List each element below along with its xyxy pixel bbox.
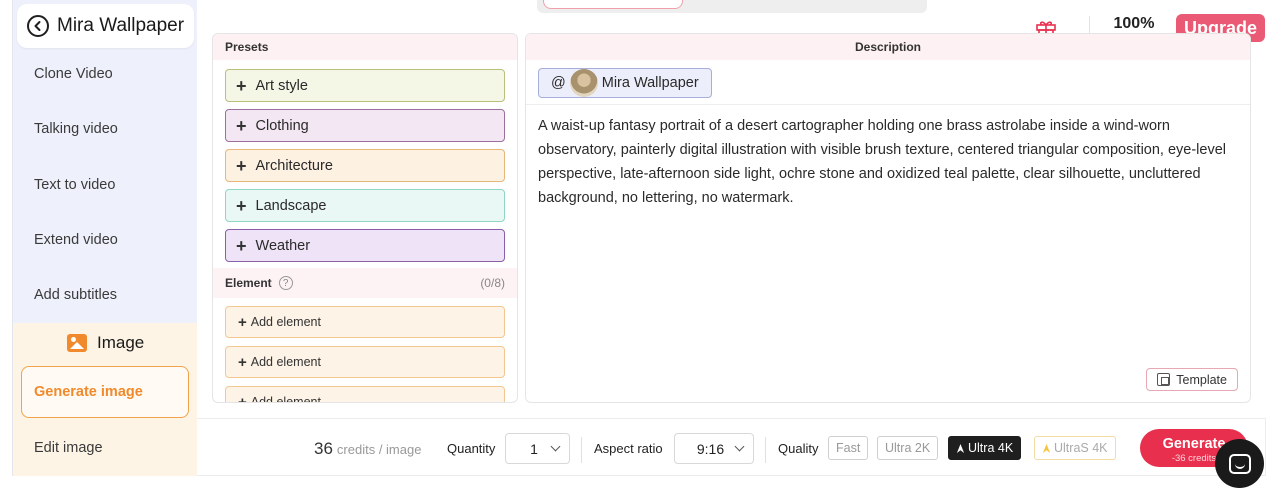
plus-icon: + xyxy=(238,313,247,331)
quantity-value: 1 xyxy=(530,440,538,457)
quality-ultra-4k-label: Ultra 4K xyxy=(968,441,1014,455)
bolt-icon xyxy=(1042,443,1051,453)
sidebar-item-generate-image[interactable]: Generate image xyxy=(21,366,189,418)
app-root: Mira Wallpaper Clone Video Talking video… xyxy=(0,0,1279,503)
mode-tab-strip xyxy=(537,0,927,13)
element-count: (0/8) xyxy=(480,276,505,290)
element-title: Element xyxy=(225,276,272,290)
description-textarea[interactable]: A waist-up fantasy portrait of a desert … xyxy=(538,114,1238,210)
avatar xyxy=(569,69,598,97)
sidebar-item-extend-video[interactable]: Extend video xyxy=(34,232,118,248)
quality-ultra-4k[interactable]: Ultra 4K xyxy=(948,436,1022,460)
mention-at-symbol: @ xyxy=(551,75,566,91)
quality-fast[interactable]: Fast xyxy=(828,436,869,460)
sidebar-item-edit-image[interactable]: Edit image xyxy=(34,440,103,456)
add-element-button[interactable]: + Add element xyxy=(225,386,505,403)
chevron-down-icon xyxy=(550,441,561,452)
credits-value: 36 xyxy=(314,439,333,458)
template-label: Template xyxy=(1176,372,1227,387)
sidebar-item-text-to-video[interactable]: Text to video xyxy=(34,177,115,193)
add-element-label: Add element xyxy=(250,395,321,403)
app-title: Mira Wallpaper xyxy=(57,15,185,36)
quantity-label: Quantity xyxy=(447,441,496,456)
back-arrow-icon[interactable] xyxy=(27,15,49,37)
image-section-label: Image xyxy=(97,333,145,352)
sidebar-item-clone-video[interactable]: Clone Video xyxy=(34,66,113,82)
preset-architecture[interactable]: + Architecture xyxy=(225,149,505,182)
plus-icon: + xyxy=(238,353,247,371)
plus-icon: + xyxy=(236,235,247,256)
preset-label: Weather xyxy=(255,237,311,254)
preset-weather[interactable]: + Weather xyxy=(225,229,505,262)
quality-label: Quality xyxy=(778,441,819,456)
mode-tab-active[interactable] xyxy=(543,0,683,9)
add-element-label: Add element xyxy=(250,355,321,369)
preset-label: Landscape xyxy=(255,197,327,214)
aspect-ratio-label: Aspect ratio xyxy=(594,441,663,456)
mention-name: Mira Wallpaper xyxy=(601,75,699,91)
sidebar-item-talking-video[interactable]: Talking video xyxy=(34,121,118,137)
aspect-ratio-value: 9:16 xyxy=(696,440,725,457)
bolt-icon xyxy=(956,443,965,453)
add-element-button[interactable]: + Add element xyxy=(225,306,505,338)
sidebar: Mira Wallpaper Clone Video Talking video… xyxy=(12,0,197,476)
presets-panel: Presets + Art style + Clothing + Archite… xyxy=(212,33,518,403)
image-section-header[interactable]: Image xyxy=(67,333,144,353)
plus-icon: + xyxy=(238,393,247,403)
plus-icon: + xyxy=(236,195,247,216)
plus-icon: + xyxy=(236,75,247,96)
description-panel: Description @ Mira Wallpaper A waist-up … xyxy=(525,33,1251,403)
generation-bar: 36 credits / image Quantity 1 Aspect rati… xyxy=(197,418,1266,476)
presets-title: Presets xyxy=(213,34,517,60)
mention-chip[interactable]: @ Mira Wallpaper xyxy=(538,68,712,98)
preset-label: Architecture xyxy=(255,157,333,174)
preset-clothing[interactable]: + Clothing xyxy=(225,109,505,142)
description-divider xyxy=(526,104,1250,105)
plus-icon: + xyxy=(236,155,247,176)
chat-icon xyxy=(1228,453,1251,474)
back-button[interactable]: Mira Wallpaper xyxy=(17,4,194,48)
credits-per-image: 36 credits / image xyxy=(314,439,421,459)
quality-ultras-4k-label: UltraS 4K xyxy=(1054,441,1108,455)
sidebar-item-add-subtitles[interactable]: Add subtitles xyxy=(34,287,117,303)
description-title: Description xyxy=(526,34,1250,60)
usage-percent: 100% xyxy=(1113,15,1155,32)
plus-icon: + xyxy=(236,115,247,136)
quality-ultras-4k[interactable]: UltraS 4K xyxy=(1034,436,1116,460)
image-icon xyxy=(67,334,87,352)
preset-label: Art style xyxy=(255,77,308,94)
preset-landscape[interactable]: + Landscape xyxy=(225,189,505,222)
aspect-ratio-select[interactable]: 9:16 xyxy=(674,433,754,464)
image-section: Image Generate image Edit image xyxy=(13,323,197,476)
template-button[interactable]: Template xyxy=(1146,368,1238,391)
add-element-label: Add element xyxy=(250,315,321,329)
bar-divider xyxy=(581,437,582,463)
chat-button[interactable] xyxy=(1215,439,1264,488)
credits-unit: credits / image xyxy=(336,442,422,457)
element-section-header: Element ? (0/8) xyxy=(213,268,517,298)
quality-ultra-2k[interactable]: Ultra 2K xyxy=(877,436,939,460)
chevron-down-icon xyxy=(734,441,745,452)
quantity-select[interactable]: 1 xyxy=(505,433,570,464)
bar-divider xyxy=(765,437,766,463)
preset-label: Clothing xyxy=(255,117,309,134)
template-icon xyxy=(1157,373,1171,386)
help-icon[interactable]: ? xyxy=(278,276,293,290)
add-element-button[interactable]: + Add element xyxy=(225,346,505,378)
preset-art-style[interactable]: + Art style xyxy=(225,69,505,102)
